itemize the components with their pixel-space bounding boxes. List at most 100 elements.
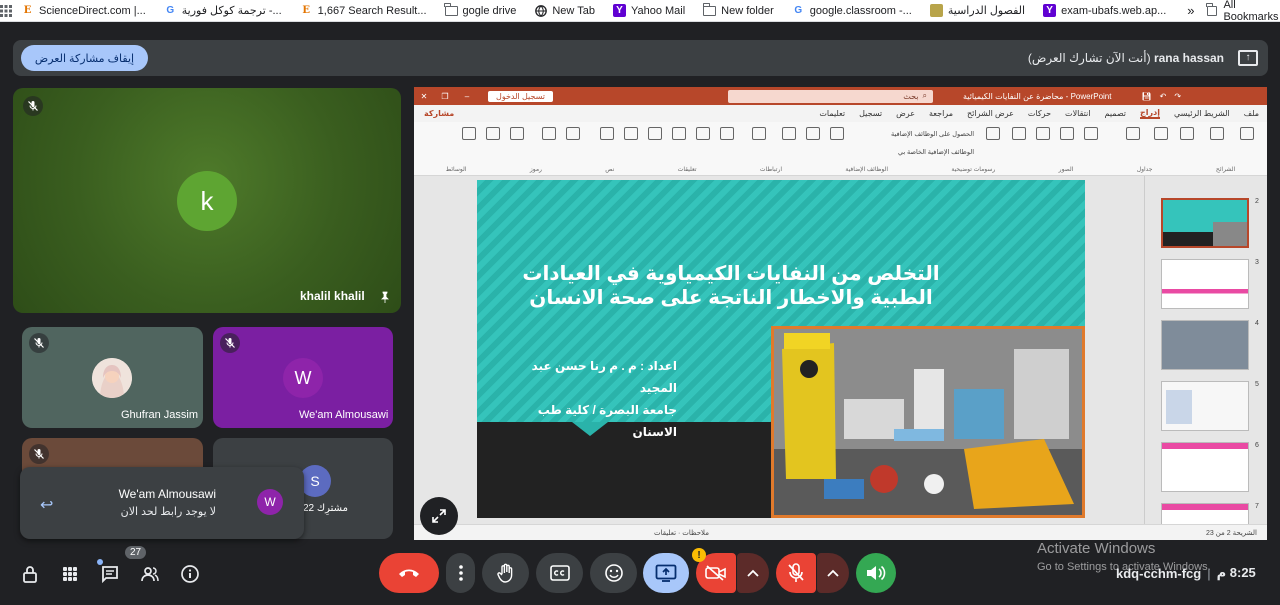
bookmark-translate[interactable]: G ترجمة كوكل فورية -... — [155, 4, 291, 17]
restore-icon[interactable]: ❐ — [434, 92, 456, 101]
chat-icon[interactable] — [97, 559, 121, 585]
slide-title[interactable]: التخلص من النفايات الكيمياوية في العيادا… — [497, 262, 965, 310]
bookmark-sciencedirect[interactable]: E ScienceDirect.com |... — [12, 4, 155, 17]
tab-help[interactable]: تعليمات — [819, 109, 845, 118]
raise-hand-button[interactable] — [482, 553, 529, 593]
apps-grid-icon[interactable] — [0, 4, 12, 17]
ribbon-date[interactable] — [642, 127, 668, 142]
thumbnail-slide-4[interactable] — [1161, 320, 1249, 370]
ribbon-symbol[interactable] — [536, 127, 562, 142]
tab-home[interactable]: الشريط الرئيسي — [1174, 109, 1230, 118]
ribbon-link[interactable] — [800, 127, 826, 142]
bookmark-search-results[interactable]: E 1,667 Search Result... — [291, 4, 436, 17]
ribbon-smartart[interactable] — [1006, 127, 1032, 142]
medical-waste-photo[interactable] — [771, 326, 1085, 518]
ribbon-textbox[interactable] — [714, 127, 740, 142]
pin-icon[interactable] — [379, 290, 391, 303]
ribbon-header[interactable] — [690, 127, 716, 142]
host-controls-icon[interactable] — [19, 563, 41, 585]
bookmark-google-classroom[interactable]: Ggoogle.classroom -... — [783, 4, 921, 17]
camera-off-icon — [705, 565, 726, 581]
ribbon-equation[interactable] — [560, 127, 586, 142]
ppt-ribbon: الحصول على الوظائف الإضافية الوظائف الإض… — [414, 122, 1267, 176]
present-button[interactable] — [643, 553, 689, 593]
activities-icon[interactable] — [59, 563, 81, 585]
bookmark-yahoo-mail[interactable]: Y Yahoo Mail — [604, 4, 694, 17]
status-notes[interactable]: ملاحظات · تعليقات — [654, 529, 709, 537]
ribbon-comment[interactable] — [746, 127, 772, 142]
ribbon-audio[interactable] — [480, 127, 506, 142]
ribbon-shapes[interactable] — [1078, 127, 1104, 142]
tab-transitions[interactable]: انتقالات — [1065, 109, 1090, 118]
bookmark-new-folder[interactable]: New folder — [694, 2, 783, 17]
search-box[interactable]: بحث ⌕ — [727, 89, 933, 103]
all-bookmarks-button[interactable]: All Bookmarks — [1206, 0, 1280, 23]
ribbon-pictures[interactable] — [1174, 127, 1200, 142]
undo-icon[interactable]: ↶ — [1160, 92, 1167, 101]
ppt-window-title: محاضرة عن النفايات الكيميائية - PowerPoi… — [962, 91, 1112, 101]
stop-presenting-button[interactable]: إيقاف مشاركة العرض — [21, 45, 148, 71]
tab-file[interactable]: ملف — [1244, 109, 1259, 118]
minimize-icon[interactable]: – — [456, 92, 478, 101]
thumbnail-slide-6[interactable] — [1161, 442, 1249, 492]
notification-sender: We'am Almousawi — [118, 487, 216, 501]
tab-insert[interactable]: إدراج — [1140, 108, 1160, 119]
slide-editor[interactable]: التخلص من النفايات الكيمياوية في العيادا… — [414, 176, 1144, 524]
ribbon-new-slide[interactable] — [1234, 127, 1260, 142]
more-options-button[interactable] — [446, 553, 475, 593]
thumbnail-slide-5[interactable] — [1161, 381, 1249, 431]
share-button[interactable]: مشاركة — [424, 109, 454, 118]
meeting-info-icon[interactable] — [179, 563, 201, 585]
more-bookmarks-icon[interactable]: » — [1175, 3, 1206, 18]
tab-slideshow[interactable]: عرض الشرائح — [967, 109, 1014, 118]
mic-options-button[interactable] — [817, 553, 849, 593]
ribbon-slidenum[interactable] — [618, 127, 644, 142]
ribbon-video[interactable] — [504, 127, 530, 142]
tab-review[interactable]: مراجعة — [929, 109, 953, 118]
tab-view[interactable]: عرض — [896, 109, 915, 118]
leave-call-button[interactable] — [379, 553, 439, 593]
addin-get[interactable]: الحصول على الوظائف الإضافية — [864, 130, 974, 138]
reply-icon[interactable]: ↩ — [40, 495, 53, 515]
ribbon-action[interactable] — [776, 127, 802, 142]
ribbon-album[interactable] — [1120, 127, 1146, 142]
tab-design[interactable]: تصميم — [1105, 109, 1127, 118]
ribbon-wordart[interactable] — [666, 127, 692, 142]
ribbon-table[interactable] — [1204, 127, 1230, 142]
ribbon-object[interactable] — [594, 127, 620, 142]
ribbon-screen-record[interactable] — [456, 127, 482, 142]
camera-options-button[interactable] — [737, 553, 769, 593]
thumbnail-slide-3[interactable] — [1161, 259, 1249, 309]
participant-tile-weam[interactable]: W We'am Almousawi — [213, 327, 393, 428]
captions-button[interactable] — [536, 553, 583, 593]
slide-thumbnails[interactable]: 2 3 4 5 6 7 — [1144, 176, 1267, 540]
tab-record[interactable]: تسجيل — [859, 109, 882, 118]
bookmark-exam[interactable]: Yexam-ubafs.web.ap... — [1034, 4, 1175, 17]
mic-toggle-button[interactable] — [776, 553, 816, 593]
participant-tile-khalil[interactable]: k khalil khalil — [13, 88, 401, 313]
chat-notification[interactable]: ↩ We'am Almousawi لا يوجد رابط لحد الان … — [20, 467, 304, 539]
ribbon-icons[interactable] — [1054, 127, 1080, 142]
signin-button[interactable]: تسجيل الدخول — [488, 90, 553, 102]
ribbon-3d[interactable] — [1030, 127, 1056, 142]
people-icon[interactable]: 27 — [125, 546, 161, 585]
current-slide[interactable]: التخلص من النفايات الكيمياوية في العيادا… — [477, 180, 1085, 518]
close-icon[interactable]: ✕ — [414, 92, 434, 101]
ribbon-zoom[interactable] — [824, 127, 850, 142]
save-icon[interactable]: 💾︎ — [1141, 92, 1151, 101]
camera-toggle-button[interactable]: ! — [692, 548, 736, 593]
audio-output-button[interactable] — [856, 553, 896, 593]
ribbon-screenshot[interactable] — [1148, 127, 1174, 142]
participant-tile-ghufran[interactable]: Ghufran Jassim — [22, 327, 203, 428]
reactions-button[interactable] — [590, 553, 637, 593]
bookmark-classes[interactable]: الفصول الدراسية — [921, 4, 1034, 17]
tab-animations[interactable]: حركات — [1028, 109, 1051, 118]
addin-mine[interactable]: الوظائف الإضافية الخاصة بي — [864, 148, 974, 156]
notification-avatar: W — [257, 489, 283, 515]
ribbon-chart[interactable] — [980, 127, 1006, 142]
bookmark-gogle-drive[interactable]: gogle drive — [436, 2, 526, 17]
bookmark-new-tab[interactable]: New Tab — [525, 4, 604, 17]
thumbnail-slide-2[interactable] — [1161, 198, 1249, 248]
fullscreen-button[interactable] — [420, 497, 458, 535]
redo-icon[interactable]: ↷ — [1174, 92, 1181, 101]
